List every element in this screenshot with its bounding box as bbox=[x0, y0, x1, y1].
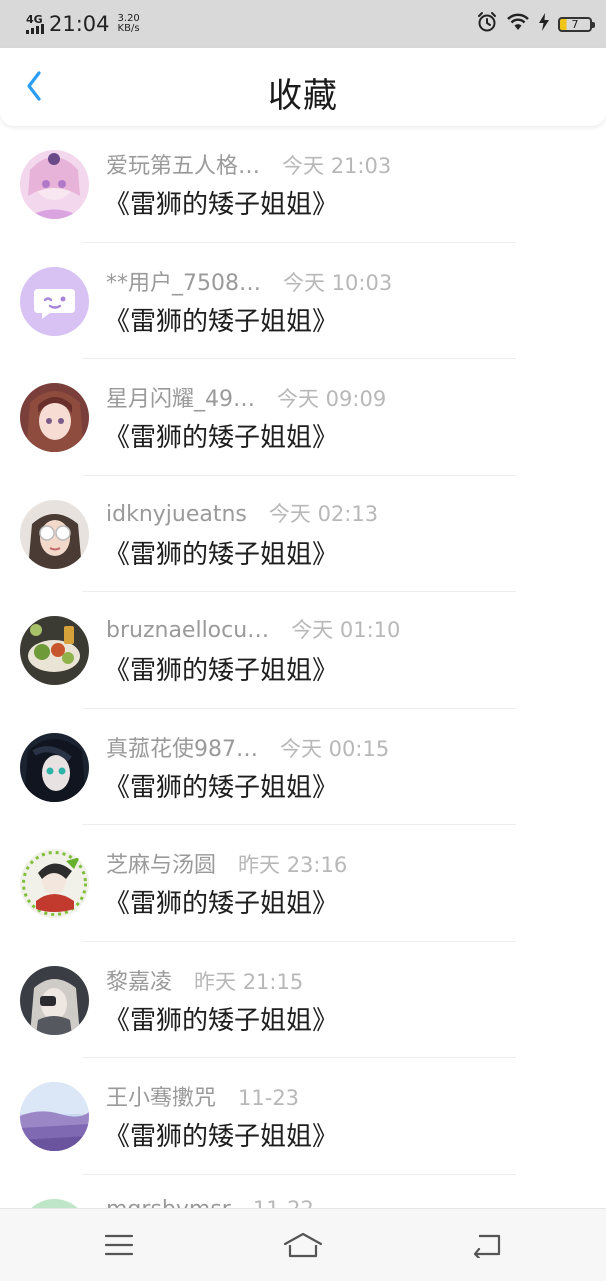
nav-back-button[interactable] bbox=[462, 1227, 512, 1263]
list-item[interactable]: mgrsbymsr 11-22 bbox=[0, 1175, 606, 1209]
list-item[interactable]: **用户_7508… 今天 10:03 《雷狮的矮子姐姐》 bbox=[0, 243, 606, 359]
network-signal-icon: 4G bbox=[26, 12, 44, 34]
home-button[interactable] bbox=[278, 1227, 328, 1263]
timestamp: 今天 02:13 bbox=[268, 501, 379, 526]
item-title[interactable]: 《雷狮的矮子姐姐》 bbox=[104, 1000, 338, 1037]
username[interactable]: **用户_7508… bbox=[106, 265, 261, 297]
item-title[interactable]: 《雷狮的矮子姐姐》 bbox=[104, 1116, 338, 1153]
item-title[interactable]: 《雷狮的矮子姐姐》 bbox=[104, 301, 338, 338]
navigation-bar bbox=[0, 1208, 606, 1281]
avatar bbox=[20, 383, 89, 452]
menu-icon bbox=[104, 1234, 134, 1256]
timestamp: 今天 01:10 bbox=[291, 618, 401, 642]
username[interactable]: 爱玩第五人格… bbox=[106, 148, 260, 180]
back-icon bbox=[473, 1234, 501, 1258]
username[interactable]: mgrsbymsr bbox=[106, 1197, 231, 1209]
item-title[interactable]: 《雷狮的矮子姐姐》 bbox=[104, 650, 338, 687]
speed-unit: KB/s bbox=[117, 23, 140, 34]
list-item[interactable]: 黎嘉凌 昨天 21:15 《雷狮的矮子姐姐》 bbox=[0, 942, 606, 1058]
timestamp: 昨天 23:16 bbox=[238, 853, 348, 877]
item-title[interactable]: 《雷狮的矮子姐姐》 bbox=[104, 184, 338, 221]
list-item[interactable]: idknyjueatns 今天 02:13 《雷狮的矮子姐姐》 bbox=[0, 476, 606, 592]
item-title[interactable]: 《雷狮的矮子姐姐》 bbox=[104, 767, 338, 804]
list-item[interactable]: bruznaellocu… 今天 01:10 《雷狮的矮子姐姐》 bbox=[0, 592, 606, 709]
status-time: 21:04 bbox=[49, 12, 110, 36]
item-title[interactable]: 《雷狮的矮子姐姐》 bbox=[104, 417, 338, 454]
charging-icon bbox=[538, 12, 550, 36]
list-item[interactable]: 爱玩第五人格… 今天 21:03 《雷狮的矮子姐姐》 bbox=[0, 126, 606, 243]
username[interactable]: 黎嘉凌 bbox=[106, 964, 172, 996]
timestamp: 今天 10:03 bbox=[283, 270, 393, 295]
avatar bbox=[20, 150, 89, 219]
avatar bbox=[20, 1198, 89, 1208]
item-title[interactable]: 《雷狮的矮子姐姐》 bbox=[104, 534, 338, 571]
timestamp: 今天 00:15 bbox=[280, 736, 390, 761]
timestamp: 今天 09:09 bbox=[277, 387, 387, 411]
page-title: 收藏 bbox=[268, 76, 338, 116]
username[interactable]: 王小骞擻咒 bbox=[106, 1080, 216, 1112]
header: 收藏 bbox=[0, 48, 606, 126]
timestamp: 11-23 bbox=[238, 1086, 300, 1110]
network-speed: 3.20 KB/s bbox=[118, 14, 140, 34]
battery-level: 7 bbox=[571, 17, 579, 31]
list-item[interactable]: 真菰花使987… 今天 00:15 《雷狮的矮子姐姐》 bbox=[0, 709, 606, 825]
network-type: 4G bbox=[26, 12, 43, 26]
battery-icon: 7 bbox=[558, 16, 595, 32]
username[interactable]: idknyjueatns bbox=[106, 502, 247, 527]
list-item[interactable]: 芝麻与汤圆 昨天 23:16 《雷狮的矮子姐姐》 bbox=[0, 825, 606, 942]
avatar bbox=[20, 732, 89, 802]
timestamp: 11-22 bbox=[253, 1197, 314, 1209]
avatar bbox=[20, 965, 89, 1035]
username[interactable]: bruznaellocu… bbox=[106, 618, 269, 643]
avatar bbox=[20, 616, 89, 685]
avatar bbox=[20, 849, 89, 918]
item-title[interactable]: 《雷狮的矮子姐姐》 bbox=[104, 883, 338, 920]
alarm-icon bbox=[476, 11, 498, 37]
username[interactable]: 芝麻与汤圆 bbox=[106, 847, 216, 879]
timestamp: 今天 21:03 bbox=[282, 154, 392, 178]
timestamp: 昨天 21:15 bbox=[194, 969, 304, 994]
favorites-list: 爱玩第五人格… 今天 21:03 《雷狮的矮子姐姐》 **用户_7508… 今天… bbox=[0, 126, 606, 1208]
avatar bbox=[20, 499, 89, 569]
avatar bbox=[20, 266, 89, 336]
wifi-icon bbox=[506, 12, 530, 36]
username[interactable]: 真菰花使987… bbox=[106, 731, 258, 763]
username[interactable]: 星月闪耀_49… bbox=[106, 381, 255, 413]
home-icon bbox=[283, 1232, 323, 1258]
menu-button[interactable] bbox=[94, 1227, 144, 1263]
status-bar: 4G 21:04 3.20 KB/s 7 bbox=[0, 0, 606, 48]
list-item[interactable]: 星月闪耀_49… 今天 09:09 《雷狮的矮子姐姐》 bbox=[0, 359, 606, 476]
avatar bbox=[20, 1082, 89, 1151]
list-item[interactable]: 王小骞擻咒 11-23 《雷狮的矮子姐姐》 bbox=[0, 1058, 606, 1175]
